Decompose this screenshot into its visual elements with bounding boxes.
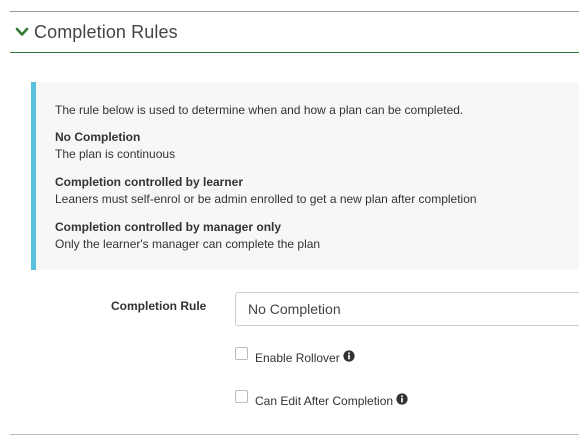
- completion-rule-label: Completion Rule: [111, 299, 207, 313]
- info-circle-icon[interactable]: [396, 393, 408, 405]
- section-title: Completion Rules: [34, 21, 178, 42]
- info-intro: The rule below is used to determine when…: [55, 103, 464, 117]
- enable-rollover-row: Enable Rollover: [235, 346, 355, 365]
- info-item-desc: Leaners must self-enrol or be admin enro…: [55, 192, 477, 206]
- info-item-term: Completion controlled by learner: [55, 175, 244, 189]
- info-item-term: Completion controlled by manager only: [55, 220, 282, 234]
- completion-rule-select[interactable]: No Completion: [235, 292, 579, 326]
- can-edit-after-completion-row: Can Edit After Completion: [235, 389, 408, 408]
- completion-rule-selected-value: No Completion: [248, 301, 341, 317]
- bottom-divider: [10, 434, 579, 435]
- info-item: Completion controlled by manager only On…: [55, 219, 579, 252]
- info-item-desc: Only the learner's manager can complete …: [55, 237, 321, 251]
- can-edit-after-completion-label[interactable]: Can Edit After Completion: [255, 394, 393, 408]
- enable-rollover-checkbox[interactable]: [235, 346, 248, 360]
- enable-rollover-label[interactable]: Enable Rollover: [255, 351, 340, 365]
- info-circle-icon[interactable]: [343, 350, 355, 362]
- completion-rules-header[interactable]: Completion Rules: [10, 12, 579, 53]
- info-item-term: No Completion: [55, 130, 141, 144]
- info-item-desc: The plan is continuous: [55, 147, 176, 161]
- info-item: No Completion The plan is continuous: [55, 129, 579, 162]
- chevron-down-icon[interactable]: [15, 25, 29, 39]
- info-box: The rule below is used to determine when…: [31, 82, 579, 270]
- info-item: Completion controlled by learner Leaners…: [55, 174, 579, 207]
- page: Completion Rules The rule below is used …: [0, 0, 579, 443]
- can-edit-after-completion-checkbox[interactable]: [235, 389, 248, 403]
